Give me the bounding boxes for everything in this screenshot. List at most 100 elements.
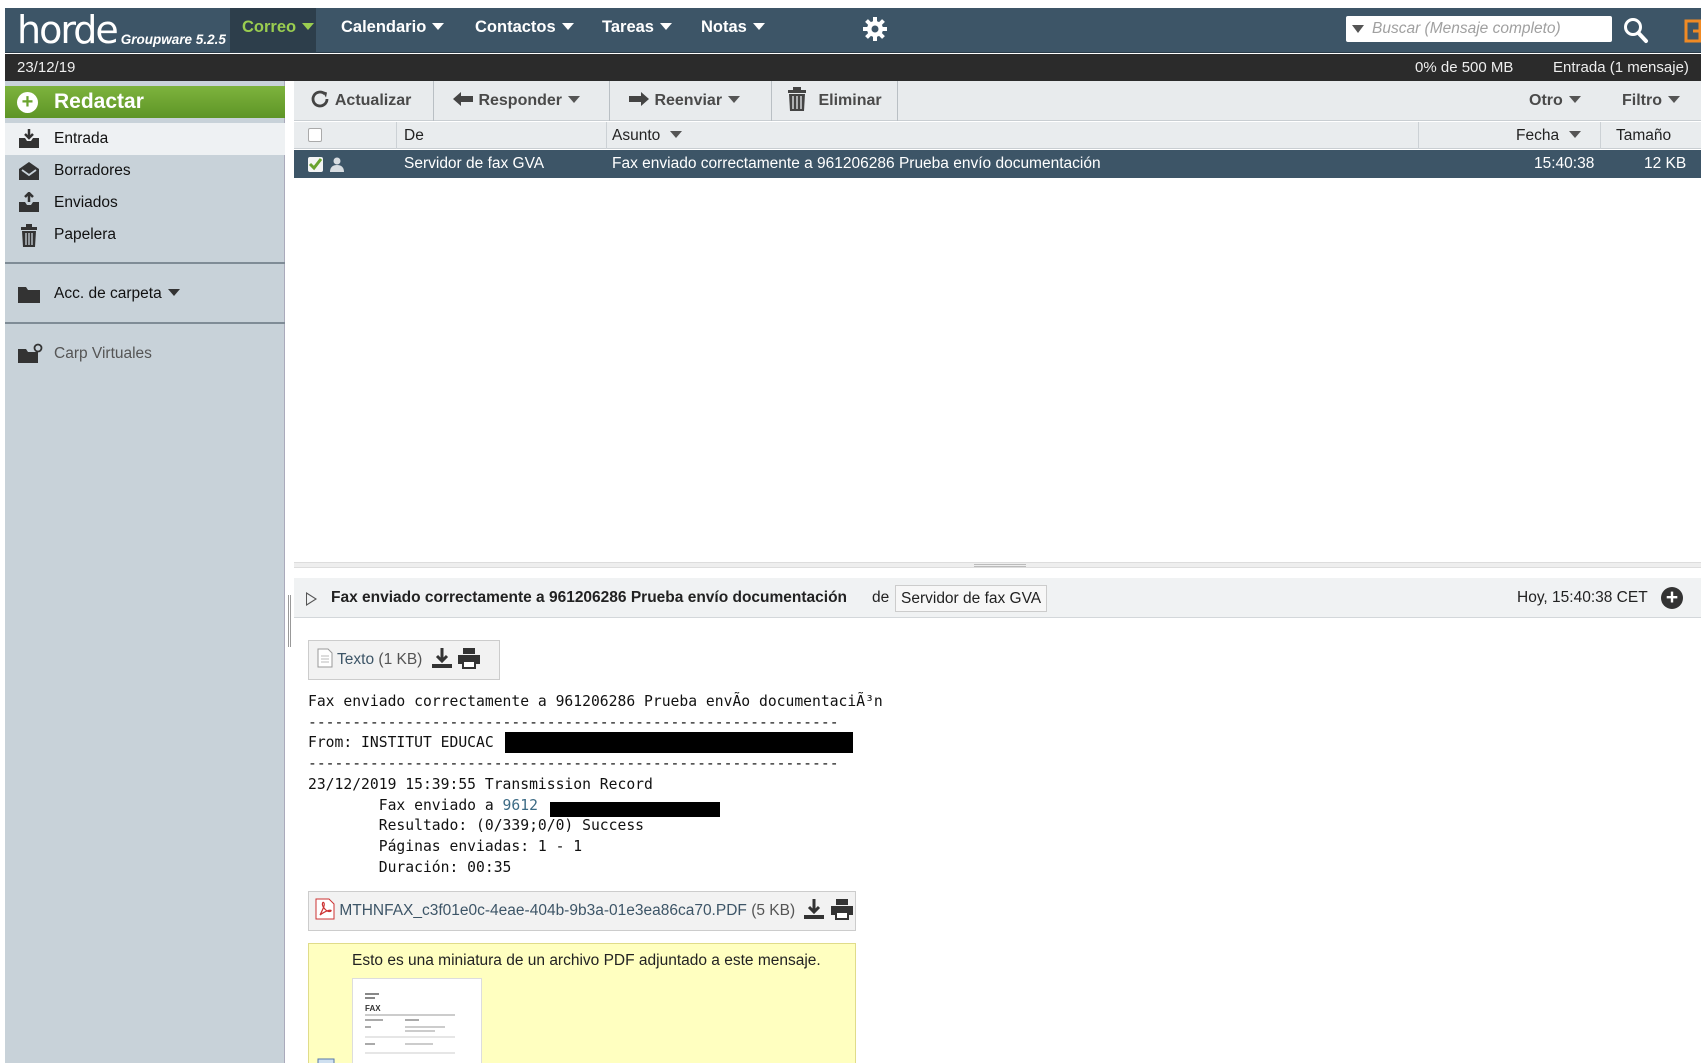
text-line: Fax enviado correctamente a 961206286 Pr… xyxy=(308,693,883,710)
sent-icon xyxy=(17,191,41,214)
chevron-down-icon xyxy=(1568,96,1581,104)
column-header-date-label: Fecha xyxy=(1516,127,1560,144)
select-all-checkbox[interactable] xyxy=(308,128,322,142)
sidebar-item-entrada[interactable]: Entrada xyxy=(5,123,285,155)
sidebar-item-label: Enviados xyxy=(54,194,118,211)
column-header-from[interactable]: De xyxy=(404,122,424,149)
preview-body: Texto (1 KB) Fax enviado correctamente a… xyxy=(294,619,1701,1063)
text-file-icon xyxy=(317,648,333,668)
top-navigation-bar: horde Groupware 5.2.5 Correo Calendario C… xyxy=(5,8,1701,53)
sidebar-item-label: Entrada xyxy=(54,130,109,147)
sidebar: + Redactar Entrada Borradores Enviados P… xyxy=(5,81,285,1063)
delete-label: Eliminar xyxy=(818,92,882,109)
refresh-button[interactable]: Actualizar xyxy=(294,81,434,121)
horde-logo[interactable]: horde Groupware 5.2.5 xyxy=(17,10,226,52)
menu-calendario-label: Calendario xyxy=(341,18,427,36)
other-menu-button[interactable]: Otro xyxy=(1529,81,1581,121)
horde-app: horde Groupware 5.2.5 Correo Calendario C… xyxy=(0,0,1701,1063)
text-line: ----------------------------------------… xyxy=(308,755,839,773)
pdf-attachment-name[interactable]: MTHNFAX_c3f01e0c-4eae-404b-9b3a-01e3ea86… xyxy=(339,902,747,919)
chevron-down-icon xyxy=(670,131,683,139)
compose-button[interactable]: + Redactar xyxy=(5,86,285,118)
reply-label: Responder xyxy=(478,92,563,109)
menu-contactos[interactable]: Contactos xyxy=(463,8,586,53)
current-date: 23/12/19 xyxy=(17,59,76,76)
download-icon xyxy=(804,898,825,919)
chevron-down-icon xyxy=(752,23,765,31)
trash-icon xyxy=(788,86,806,111)
sidebar-resize-handle[interactable] xyxy=(288,595,291,647)
column-divider xyxy=(1418,122,1419,149)
sidebar-item-virtual-folders[interactable]: Carp Virtuales xyxy=(5,338,285,370)
menu-correo-label: Correo xyxy=(242,18,297,36)
column-header-size[interactable]: Tamaño xyxy=(1616,122,1671,149)
pdf-thumbnail-panel: Esto es una miniatura de un archivo PDF … xyxy=(308,943,856,1063)
sidebar-item-enviados[interactable]: Enviados xyxy=(5,187,285,219)
refresh-label: Actualizar xyxy=(334,92,412,109)
sidebar-divider xyxy=(5,262,285,264)
preview-subject: Fax enviado correctamente a 961206286 Pr… xyxy=(331,589,848,606)
row-size: 12 KB xyxy=(1644,155,1687,172)
chevron-down-icon xyxy=(167,289,180,297)
pdf-thumbnail[interactable]: FAX xyxy=(352,978,482,1063)
chevron-down-icon xyxy=(1569,131,1582,139)
sidebar-item-borradores[interactable]: Borradores xyxy=(5,155,285,187)
text-line: Duración: 00:35 xyxy=(308,858,512,876)
sidebar-item-papelera[interactable]: Papelera xyxy=(5,219,285,251)
menu-notas[interactable]: Notas xyxy=(689,8,777,53)
text-part-attachment: Texto (1 KB) xyxy=(308,640,500,680)
text-line: Resultado: (0/339;0/0) Success xyxy=(308,817,645,835)
forward-button[interactable]: Reenviar xyxy=(610,81,772,121)
pdf-attachment: MTHNFAX_c3f01e0c-4eae-404b-9b3a-01e3ea86… xyxy=(308,891,856,931)
chevron-down-icon xyxy=(728,96,741,104)
column-header-date[interactable]: Fecha xyxy=(1516,122,1582,149)
menu-notas-label: Notas xyxy=(701,18,747,36)
chevron-down-icon xyxy=(302,23,315,31)
menu-tareas[interactable]: Tareas xyxy=(590,8,684,53)
preview-sender[interactable]: Servidor de fax GVA xyxy=(895,585,1048,612)
filter-menu-button[interactable]: Filtro xyxy=(1622,81,1680,121)
column-header-subject[interactable]: Asunto xyxy=(612,122,683,149)
row-checkbox[interactable] xyxy=(308,157,323,172)
reply-arrow-icon xyxy=(453,91,473,106)
search-input[interactable] xyxy=(1372,18,1608,40)
folder-actions-menu[interactable]: Acc. de carpeta xyxy=(5,278,285,310)
inbox-icon xyxy=(17,128,41,150)
add-icon[interactable]: + xyxy=(1661,587,1683,609)
text-line: Páginas enviadas: 1 - 1 xyxy=(308,837,583,855)
folder-actions-label: Acc. de carpeta xyxy=(54,278,180,310)
search-dropdown-icon[interactable] xyxy=(1352,25,1364,33)
fax-number-link[interactable]: 9612 xyxy=(503,797,538,814)
contact-icon xyxy=(330,157,344,172)
column-divider xyxy=(396,122,397,149)
splitter-grip xyxy=(974,564,1026,567)
download-icon xyxy=(431,647,452,668)
text-line: From: INSTITUT EDUCAC xyxy=(308,734,494,752)
other-label: Otro xyxy=(1529,92,1563,109)
thumbnail-note: Esto es una miniatura de un archivo PDF … xyxy=(352,952,821,969)
print-icon xyxy=(457,647,480,669)
expand-headers-icon[interactable] xyxy=(306,592,317,606)
table-row[interactable]: Servidor de fax GVA Fax enviado correcta… xyxy=(294,150,1701,178)
forward-arrow-icon xyxy=(629,91,649,106)
text-line: Fax enviado a xyxy=(308,796,503,814)
chevron-down-icon xyxy=(568,96,581,104)
chevron-down-icon xyxy=(561,23,574,31)
filter-label: Filtro xyxy=(1622,92,1662,109)
chevron-down-icon xyxy=(659,23,672,31)
menu-correo[interactable]: Correo xyxy=(230,8,316,53)
column-divider xyxy=(606,122,607,149)
menu-calendario[interactable]: Calendario xyxy=(329,8,456,53)
pane-splitter[interactable] xyxy=(294,562,1701,568)
reply-button[interactable]: Responder xyxy=(434,81,610,121)
compose-label: Redactar xyxy=(54,90,144,113)
quota-indicator[interactable]: 0% de 500 MB xyxy=(1415,54,1513,81)
sidebar-item-label: Carp Virtuales xyxy=(54,345,152,362)
preview-date: Hoy, 15:40:38 CET xyxy=(1517,589,1648,606)
logout-icon[interactable] xyxy=(1683,16,1701,50)
search-icon[interactable] xyxy=(1622,16,1650,50)
delete-button[interactable]: Eliminar xyxy=(772,81,898,121)
text-part-name[interactable]: Texto xyxy=(337,651,374,668)
redaction-block xyxy=(505,732,853,753)
gear-icon[interactable] xyxy=(862,16,888,46)
